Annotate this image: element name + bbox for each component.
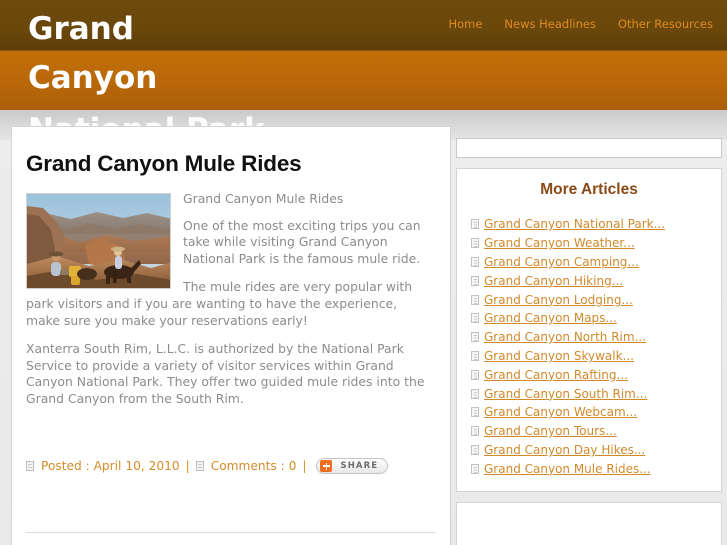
header-band-secondary: Canyon bbox=[0, 50, 727, 110]
article-link[interactable]: Grand Canyon Lodging... bbox=[484, 293, 633, 307]
nav-link-other-resources[interactable]: Other Resources bbox=[618, 17, 713, 31]
document-icon bbox=[471, 463, 479, 474]
nav-link-home[interactable]: Home bbox=[448, 17, 482, 31]
document-icon bbox=[471, 350, 479, 361]
site-title-word-grand: Grand bbox=[28, 11, 134, 47]
document-icon bbox=[471, 407, 479, 418]
calendar-icon bbox=[26, 461, 34, 471]
list-item[interactable]: Grand Canyon Skywalk... bbox=[471, 347, 721, 366]
article-link[interactable]: Grand Canyon Skywalk... bbox=[484, 349, 634, 363]
share-button-label: SHARE bbox=[340, 461, 379, 471]
article-link[interactable]: Grand Canyon National Park... bbox=[484, 217, 665, 231]
article-body: Grand Canyon Mule Rides One of the most … bbox=[26, 191, 434, 408]
site-title-word-canyon: Canyon bbox=[28, 60, 158, 96]
page-title: Grand Canyon Mule Rides bbox=[26, 151, 302, 176]
content-divider bbox=[26, 532, 436, 533]
list-item[interactable]: Grand Canyon Camping... bbox=[471, 253, 721, 272]
article-link[interactable]: Grand Canyon Webcam... bbox=[484, 405, 637, 419]
article-meta-bar: Posted : April 10, 2010 | Comments : 0 |… bbox=[26, 458, 389, 474]
list-item[interactable]: Grand Canyon National Park... bbox=[471, 215, 721, 234]
comments-count: Comments : 0 bbox=[210, 459, 297, 473]
article-link[interactable]: Grand Canyon South Rim... bbox=[484, 387, 647, 401]
article-link[interactable]: Grand Canyon Maps... bbox=[484, 311, 617, 325]
document-icon bbox=[471, 369, 479, 380]
list-item[interactable]: Grand Canyon Weather... bbox=[471, 234, 721, 253]
list-item[interactable]: Grand Canyon South Rim... bbox=[471, 384, 721, 403]
more-articles-heading: More Articles bbox=[540, 181, 638, 198]
nav-link-news-headlines[interactable]: News Headlines bbox=[504, 17, 596, 31]
list-item[interactable]: Grand Canyon Webcam... bbox=[471, 403, 721, 422]
document-icon bbox=[471, 238, 479, 249]
article-paragraph-3: Xanterra South Rim, L.L.C. is authorized… bbox=[26, 341, 425, 406]
document-icon bbox=[471, 294, 479, 305]
article-link[interactable]: Grand Canyon Mule Rides... bbox=[484, 462, 651, 476]
article-card: Grand Canyon Mule Rides Grand Canyon Mul… bbox=[11, 126, 451, 545]
document-icon bbox=[471, 256, 479, 267]
list-item[interactable]: Grand Canyon Tours... bbox=[471, 422, 721, 441]
article-link[interactable]: Grand Canyon Weather... bbox=[484, 236, 635, 250]
comment-icon bbox=[195, 461, 204, 471]
list-item[interactable]: Grand Canyon Hiking... bbox=[471, 271, 721, 290]
list-item[interactable]: Grand Canyon Lodging... bbox=[471, 290, 721, 309]
meta-separator-2: | bbox=[302, 459, 307, 473]
more-articles-panel: More Articles Grand Canyon National Park… bbox=[456, 168, 722, 492]
list-item[interactable]: Grand Canyon Mule Rides... bbox=[471, 459, 721, 478]
list-item[interactable]: Grand Canyon Maps... bbox=[471, 309, 721, 328]
main-navigation: Home News Headlines Other Resources bbox=[448, 17, 713, 31]
sidebar-bottom-panel bbox=[456, 502, 722, 545]
article-link[interactable]: Grand Canyon Day Hikes... bbox=[484, 443, 645, 457]
document-icon bbox=[471, 219, 479, 230]
document-icon bbox=[471, 313, 479, 324]
canyon-mule-ride-image bbox=[27, 194, 170, 288]
document-icon bbox=[471, 388, 479, 399]
article-link[interactable]: Grand Canyon Hiking... bbox=[484, 274, 623, 288]
page-root: Grand Home News Headlines Other Resource… bbox=[0, 0, 727, 545]
article-link[interactable]: Grand Canyon Camping... bbox=[484, 255, 639, 269]
plus-icon bbox=[320, 460, 333, 472]
list-item[interactable]: Grand Canyon Rafting... bbox=[471, 365, 721, 384]
document-icon bbox=[471, 332, 479, 343]
list-item[interactable]: Grand Canyon North Rim... bbox=[471, 328, 721, 347]
article-thumbnail bbox=[26, 193, 171, 289]
article-link[interactable]: Grand Canyon North Rim... bbox=[484, 330, 646, 344]
search-box[interactable] bbox=[456, 138, 722, 159]
share-button[interactable]: SHARE bbox=[316, 458, 389, 474]
header-band-primary: Grand Home News Headlines Other Resource… bbox=[0, 0, 727, 50]
article-link[interactable]: Grand Canyon Rafting... bbox=[484, 368, 628, 382]
document-icon bbox=[471, 275, 479, 286]
more-articles-list: Grand Canyon National Park... Grand Cany… bbox=[457, 215, 721, 478]
list-item[interactable]: Grand Canyon Day Hikes... bbox=[471, 441, 721, 460]
search-input[interactable] bbox=[457, 141, 721, 159]
posted-date: Posted : April 10, 2010 bbox=[41, 459, 180, 473]
article-link[interactable]: Grand Canyon Tours... bbox=[484, 424, 617, 438]
document-icon bbox=[471, 444, 479, 455]
document-icon bbox=[471, 426, 479, 437]
meta-separator-1: | bbox=[185, 459, 190, 473]
